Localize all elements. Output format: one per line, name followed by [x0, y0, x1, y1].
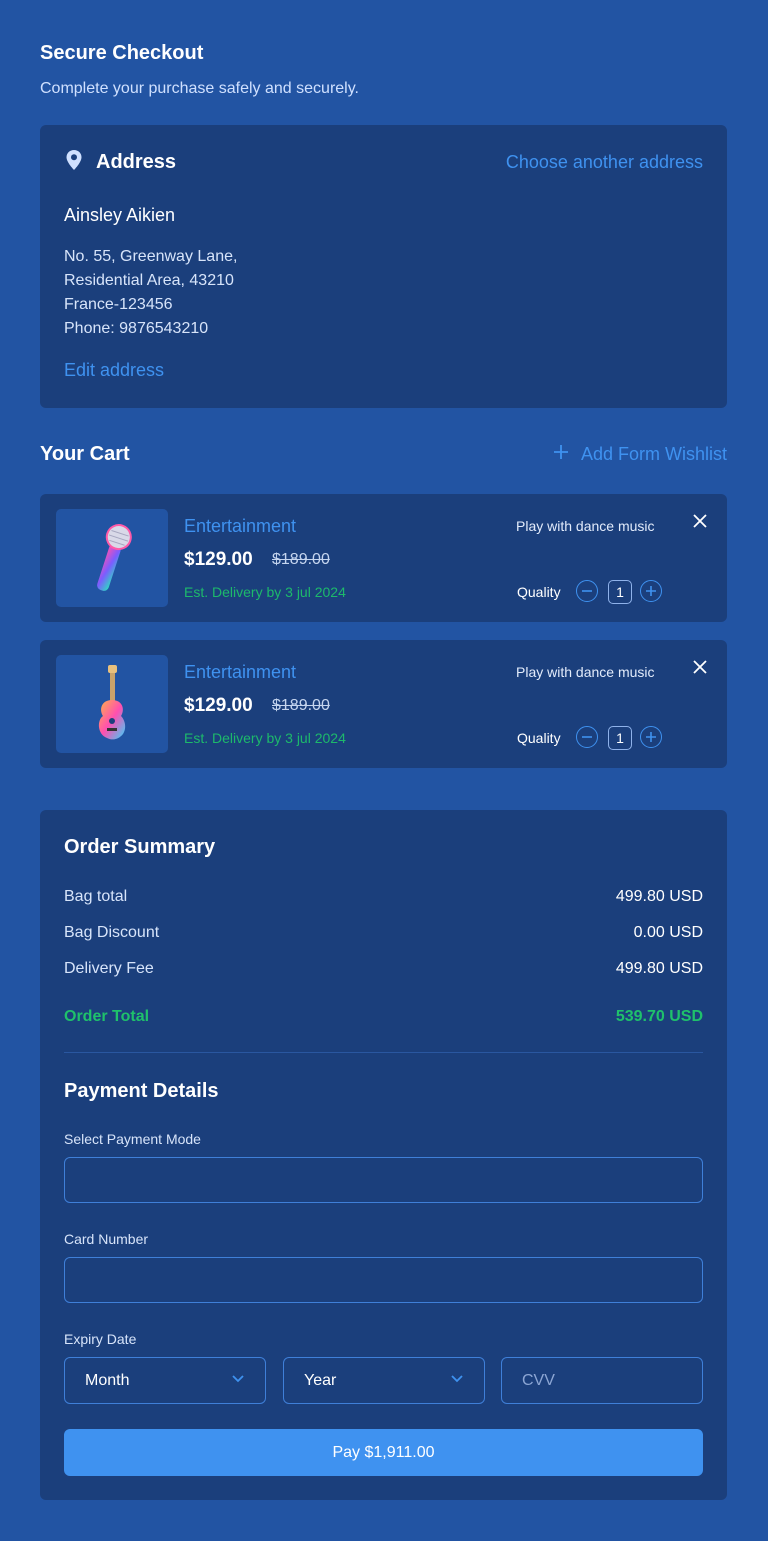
payment-details-title: Payment Details — [64, 1080, 219, 1102]
address-line-3: France-123456 — [64, 296, 173, 313]
item-category-link[interactable]: Entertainment — [184, 662, 296, 683]
summary-row-delivery-fee: Delivery Fee 499.80 USD — [64, 960, 703, 978]
add-from-wishlist-button[interactable]: Add Form Wishlist — [553, 444, 727, 465]
card-number-label: Card Number — [64, 1231, 149, 1247]
item-old-price: $189.00 — [272, 551, 330, 568]
remove-item-close-icon[interactable] — [690, 657, 710, 682]
address-name: Ainsley Aikien — [64, 205, 176, 225]
month-select-value: Month — [85, 1371, 130, 1389]
summary-value: 499.80 USD — [615, 888, 703, 905]
order-total-label: Order Total — [64, 1008, 150, 1025]
minus-icon — [582, 590, 592, 592]
item-description: Play with dance music — [516, 664, 655, 680]
address-card: Address Choose another address Ainsley A… — [40, 125, 727, 408]
order-total-value: 539.70 USD — [615, 1008, 703, 1025]
summary-label: Bag total — [64, 888, 128, 905]
quantity-value[interactable]: 1 — [608, 580, 632, 604]
address-header: Address — [64, 149, 176, 176]
pay-button[interactable]: Pay $1,911.00 — [64, 1429, 703, 1476]
microphone-image — [56, 509, 168, 607]
summary-label: Bag Discount — [64, 924, 160, 941]
chevron-down-icon — [450, 1371, 464, 1390]
quantity-label: Quality — [517, 584, 561, 600]
cart-title: Your Cart — [40, 443, 130, 465]
page-title: Secure Checkout — [40, 42, 204, 64]
item-description: Play with dance music — [516, 518, 655, 534]
item-delivery-estimate: Est. Delivery by 3 jul 2024 — [184, 730, 346, 746]
address-line-2: Residential Area, 43210 — [64, 272, 234, 289]
wishlist-label: Add Form Wishlist — [580, 444, 727, 464]
chevron-down-icon — [231, 1371, 245, 1390]
address-phone: Phone: 9876543210 — [64, 320, 209, 337]
expiry-date-label: Expiry Date — [64, 1331, 137, 1347]
month-select[interactable]: Month — [64, 1357, 266, 1404]
item-price: $129.00 — [184, 549, 253, 570]
payment-mode-label: Select Payment Mode — [64, 1131, 201, 1147]
address-lines: No. 55, Greenway Lane, Residential Area,… — [64, 245, 237, 341]
summary-label: Delivery Fee — [64, 960, 154, 977]
year-select[interactable]: Year — [283, 1357, 485, 1404]
quantity-decrease-button[interactable] — [576, 726, 598, 748]
guitar-image — [56, 655, 168, 753]
item-price: $129.00 — [184, 695, 253, 716]
choose-another-address-link[interactable]: Choose another address — [506, 152, 703, 173]
quantity-value[interactable]: 1 — [608, 726, 632, 750]
order-summary-card: Order Summary Bag total 499.80 USD Bag D… — [40, 810, 727, 1500]
plus-icon — [646, 732, 656, 742]
summary-row-order-total: Order Total 539.70 USD — [64, 1008, 703, 1026]
item-category-link[interactable]: Entertainment — [184, 516, 296, 537]
remove-item-close-icon[interactable] — [690, 511, 710, 536]
cart-item: Entertainment $129.00 $189.00 Est. Deliv… — [40, 640, 727, 768]
cvv-placeholder: CVV — [522, 1371, 555, 1389]
card-number-field[interactable] — [64, 1257, 703, 1303]
item-delivery-estimate: Est. Delivery by 3 jul 2024 — [184, 584, 346, 600]
address-title: Address — [96, 151, 177, 173]
quantity-label: Quality — [517, 730, 561, 746]
summary-value: 499.80 USD — [615, 960, 703, 977]
minus-icon — [582, 736, 592, 738]
location-pin-icon — [64, 149, 84, 176]
address-line-1: No. 55, Greenway Lane, — [64, 248, 238, 265]
summary-divider — [64, 1052, 703, 1053]
quantity-increase-button[interactable] — [640, 580, 662, 602]
quantity-increase-button[interactable] — [640, 726, 662, 748]
payment-mode-field[interactable] — [64, 1157, 703, 1203]
order-summary-title: Order Summary — [64, 836, 216, 858]
edit-address-link[interactable]: Edit address — [64, 360, 164, 381]
cart-item: Entertainment $129.00 $189.00 Est. Deliv… — [40, 494, 727, 622]
plus-icon — [646, 586, 656, 596]
quantity-decrease-button[interactable] — [576, 580, 598, 602]
summary-row-bag-total: Bag total 499.80 USD — [64, 888, 703, 906]
summary-value: 0.00 USD — [633, 924, 703, 941]
plus-icon — [553, 444, 569, 465]
page-subtitle: Complete your purchase safely and secure… — [40, 80, 359, 97]
cvv-field[interactable]: CVV — [501, 1357, 703, 1404]
year-select-value: Year — [304, 1371, 337, 1389]
summary-row-bag-discount: Bag Discount 0.00 USD — [64, 924, 703, 942]
item-old-price: $189.00 — [272, 697, 330, 714]
